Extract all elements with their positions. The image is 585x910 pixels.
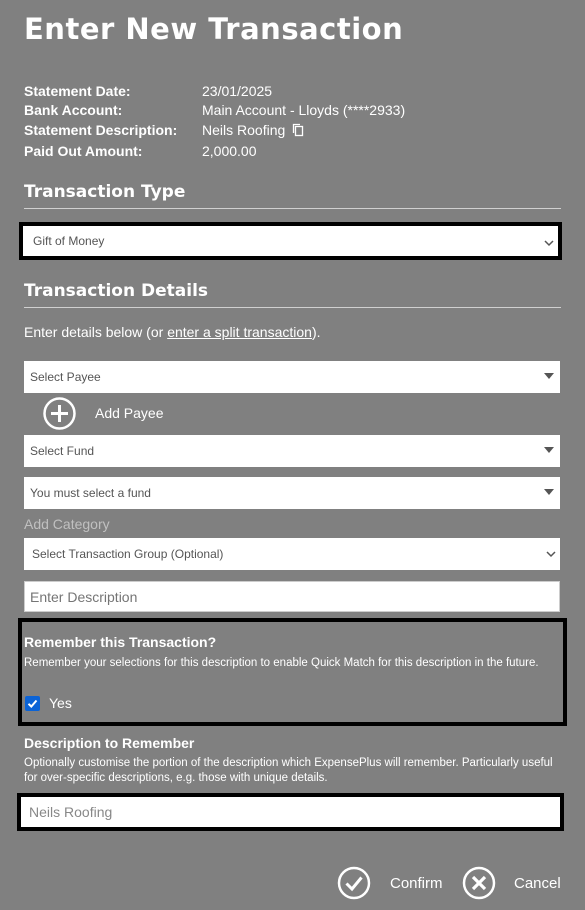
description-input[interactable] bbox=[24, 581, 560, 612]
bank-account-value: Main Account - Lloyds (****2933) bbox=[202, 102, 406, 118]
remember-checkbox[interactable] bbox=[25, 695, 40, 711]
description-to-remember-value: Neils Roofing bbox=[29, 804, 113, 820]
transaction-type-heading: Transaction Type bbox=[24, 182, 186, 202]
copy-icon[interactable] bbox=[292, 123, 304, 137]
transaction-group-select[interactable]: Select Transaction Group (Optional) bbox=[24, 538, 560, 570]
checkmark-icon bbox=[27, 699, 38, 708]
paid-out-amount-label: Paid Out Amount: bbox=[24, 143, 143, 159]
caret-down-icon bbox=[544, 373, 554, 379]
transaction-group-value: Select Transaction Group (Optional) bbox=[32, 547, 224, 561]
statement-description-value: Neils Roofing bbox=[202, 122, 286, 138]
fund-category-select[interactable]: You must select a fund bbox=[24, 477, 560, 509]
add-category-link[interactable]: Add Category bbox=[24, 516, 110, 532]
add-payee-icon[interactable] bbox=[43, 397, 76, 430]
transaction-details-heading: Transaction Details bbox=[24, 281, 209, 301]
page-title: Enter New Transaction bbox=[24, 12, 404, 46]
caret-down-icon bbox=[544, 489, 554, 495]
payee-select-value: Select Payee bbox=[30, 370, 101, 384]
fund-category-select-value: You must select a fund bbox=[30, 486, 151, 500]
statement-description-label: Statement Description: bbox=[24, 122, 178, 138]
statement-description-row: Neils Roofing bbox=[202, 122, 304, 138]
close-circle-icon bbox=[462, 866, 496, 900]
payee-select[interactable]: Select Payee bbox=[24, 361, 560, 393]
statement-date-label: Statement Date: bbox=[24, 83, 131, 99]
details-intro: Enter details below (or enter a split tr… bbox=[24, 324, 321, 340]
remember-heading: Remember this Transaction? bbox=[24, 634, 217, 650]
description-to-remember-input[interactable]: Neils Roofing bbox=[17, 793, 564, 831]
chevron-down-icon bbox=[546, 551, 556, 558]
remember-checkbox-row: Yes bbox=[25, 695, 72, 711]
cancel-label: Cancel bbox=[514, 874, 561, 892]
confirm-button[interactable]: Confirm bbox=[337, 866, 443, 900]
transaction-type-value: Gift of Money bbox=[33, 234, 105, 248]
check-circle-icon bbox=[337, 866, 371, 900]
cancel-button[interactable]: Cancel bbox=[462, 866, 561, 900]
statement-date-value: 23/01/2025 bbox=[202, 83, 273, 99]
divider bbox=[24, 307, 561, 308]
paid-out-amount-value: 2,000.00 bbox=[202, 143, 257, 159]
fund-select[interactable]: Select Fund bbox=[24, 435, 560, 467]
fund-select-value: Select Fund bbox=[30, 444, 95, 458]
description-to-remember-heading: Description to Remember bbox=[24, 735, 195, 751]
bank-account-label: Bank Account: bbox=[24, 102, 123, 118]
add-payee-button[interactable]: Add Payee bbox=[95, 405, 164, 421]
divider bbox=[24, 208, 561, 209]
transaction-type-select[interactable]: Gift of Money bbox=[19, 222, 562, 260]
remember-checkbox-label: Yes bbox=[49, 695, 72, 711]
chevron-down-icon bbox=[544, 240, 554, 247]
description-to-remember-text: Optionally customise the portion of the … bbox=[24, 757, 553, 784]
confirm-label: Confirm bbox=[390, 874, 443, 892]
split-transaction-link[interactable]: enter a split transaction bbox=[167, 324, 312, 340]
remember-description: Remember your selections for this descri… bbox=[24, 657, 539, 669]
caret-down-icon bbox=[544, 447, 554, 453]
